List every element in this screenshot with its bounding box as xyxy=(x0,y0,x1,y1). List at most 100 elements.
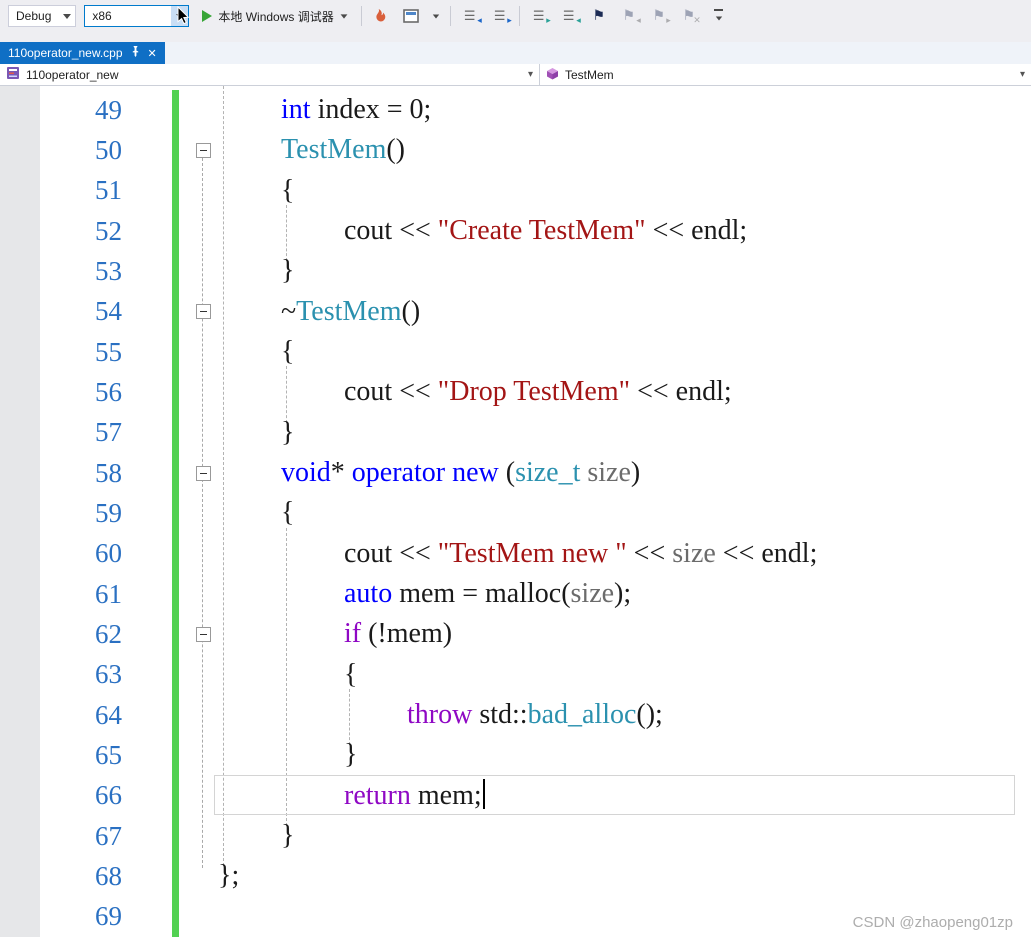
line-number[interactable]: 52 xyxy=(0,216,130,247)
code-token: size xyxy=(672,538,716,569)
fold-margin[interactable] xyxy=(190,332,216,372)
line-number[interactable]: 56 xyxy=(0,377,130,408)
code-token: { xyxy=(281,175,294,206)
fold-toggle[interactable] xyxy=(196,143,211,158)
fold-margin[interactable] xyxy=(190,413,216,453)
fold-margin[interactable] xyxy=(190,171,216,211)
code-text[interactable]: { xyxy=(216,175,1031,207)
line-number[interactable]: 49 xyxy=(0,95,130,126)
code-text[interactable]: { xyxy=(216,659,1031,691)
code-token: { xyxy=(344,659,357,690)
fold-margin[interactable] xyxy=(190,776,216,816)
code-text[interactable]: } xyxy=(216,820,1031,852)
fold-margin[interactable] xyxy=(190,897,216,937)
fold-margin[interactable] xyxy=(190,735,216,775)
lines-glyph: ☰ xyxy=(533,10,545,23)
flag-icon: ⚑ xyxy=(592,9,605,23)
scope-dropdown[interactable]: 110operator_new ▾ xyxy=(0,64,540,85)
fold-margin[interactable] xyxy=(190,130,216,170)
pin-icon[interactable] xyxy=(130,45,141,61)
solution-platforms-combo[interactable]: x86 xyxy=(84,5,189,27)
chevron-down-icon[interactable]: ▾ xyxy=(528,69,533,80)
fold-margin[interactable] xyxy=(190,534,216,574)
line-number[interactable]: 51 xyxy=(0,175,130,206)
code-text[interactable]: int index = 0; xyxy=(216,94,1031,126)
line-number[interactable]: 61 xyxy=(0,579,130,610)
chevron-down-icon[interactable] xyxy=(430,5,442,27)
line-number[interactable]: 60 xyxy=(0,538,130,569)
member-dropdown[interactable]: TestMem ▾ xyxy=(540,64,1031,85)
hot-reload-icon[interactable] xyxy=(370,5,392,27)
fold-margin[interactable] xyxy=(190,90,216,130)
fold-margin[interactable] xyxy=(190,211,216,251)
fold-margin[interactable] xyxy=(190,493,216,533)
line-number[interactable]: 62 xyxy=(0,619,130,650)
diagram-window-icon[interactable] xyxy=(400,5,422,27)
code-editor[interactable]: 49 int index = 0; 50 TestMem() 51 {52 cout << … xyxy=(0,86,1031,937)
fold-toggle[interactable] xyxy=(196,627,211,642)
code-token: << endl; xyxy=(646,215,748,246)
code-text[interactable]: cout << "Drop TestMem" << endl; xyxy=(216,376,1031,408)
fold-margin[interactable] xyxy=(190,574,216,614)
chevron-down-icon[interactable] xyxy=(340,14,347,18)
line-number[interactable]: 64 xyxy=(0,700,130,731)
line-number[interactable]: 55 xyxy=(0,337,130,368)
line-number[interactable]: 66 xyxy=(0,780,130,811)
code-text[interactable]: { xyxy=(216,497,1031,529)
code-line: 52 cout << "Create TestMem" << endl; xyxy=(0,211,1031,251)
line-number[interactable]: 50 xyxy=(0,135,130,166)
fold-margin[interactable] xyxy=(190,614,216,654)
fold-margin[interactable] xyxy=(190,816,216,856)
indent-increase-icon[interactable]: ☰ ▸ xyxy=(489,5,511,27)
code-text[interactable]: }; xyxy=(216,860,1031,892)
code-token: index = 0; xyxy=(311,94,432,125)
code-token: * xyxy=(331,457,352,488)
comment-icon[interactable]: ☰ ▸ xyxy=(528,5,550,27)
bookmark-icon[interactable]: ⚑ xyxy=(588,5,610,27)
line-number[interactable]: 53 xyxy=(0,256,130,287)
code-text[interactable]: return mem; xyxy=(216,779,1031,812)
code-text[interactable]: cout << "Create TestMem" << endl; xyxy=(216,215,1031,247)
fold-margin[interactable] xyxy=(190,251,216,291)
code-text[interactable]: ~TestMem() xyxy=(216,296,1031,328)
code-text[interactable]: if (!mem) xyxy=(216,618,1031,650)
fold-margin[interactable] xyxy=(190,695,216,735)
line-number[interactable]: 57 xyxy=(0,417,130,448)
code-text[interactable]: void* operator new (size_t size) xyxy=(216,457,1031,489)
line-number[interactable]: 59 xyxy=(0,498,130,529)
indent-decrease-icon[interactable]: ☰ ◂ xyxy=(459,5,481,27)
line-number[interactable]: 65 xyxy=(0,740,130,771)
solution-configurations-combo[interactable]: Debug xyxy=(8,5,76,27)
code-token: ); xyxy=(614,578,631,609)
code-text[interactable]: TestMem() xyxy=(216,134,1031,166)
fold-margin[interactable] xyxy=(190,856,216,896)
code-text[interactable]: } xyxy=(216,739,1031,771)
fold-margin[interactable] xyxy=(190,372,216,412)
line-number[interactable]: 63 xyxy=(0,659,130,690)
line-number[interactable]: 54 xyxy=(0,296,130,327)
line-number[interactable]: 69 xyxy=(0,901,130,932)
close-icon[interactable]: ✕ xyxy=(148,48,157,59)
line-number[interactable]: 58 xyxy=(0,458,130,489)
toolbar-overflow-button[interactable] xyxy=(708,5,730,27)
line-number[interactable]: 67 xyxy=(0,821,130,852)
code-text[interactable]: } xyxy=(216,417,1031,449)
tab-110operator_new-cpp[interactable]: 110operator_new.cpp ✕ xyxy=(0,42,165,64)
fold-margin[interactable] xyxy=(190,292,216,332)
code-text[interactable]: { xyxy=(216,336,1031,368)
fold-toggle[interactable] xyxy=(196,466,211,481)
chevron-down-icon[interactable] xyxy=(58,6,75,26)
scope-label: 110operator_new xyxy=(26,68,119,82)
fold-toggle[interactable] xyxy=(196,304,211,319)
code-token: } xyxy=(281,255,294,286)
line-number[interactable]: 68 xyxy=(0,861,130,892)
start-debugging-button[interactable]: 本地 Windows 调试器 xyxy=(197,5,352,27)
code-text[interactable]: auto mem = malloc(size); xyxy=(216,578,1031,610)
code-text[interactable]: cout << "TestMem new " << size << endl; xyxy=(216,538,1031,570)
code-text[interactable]: } xyxy=(216,255,1031,287)
code-text[interactable]: throw std::bad_alloc(); xyxy=(216,699,1031,731)
fold-margin[interactable] xyxy=(190,453,216,493)
chevron-down-icon[interactable]: ▾ xyxy=(1020,69,1025,80)
fold-margin[interactable] xyxy=(190,655,216,695)
uncomment-icon[interactable]: ☰ ◂ xyxy=(558,5,580,27)
